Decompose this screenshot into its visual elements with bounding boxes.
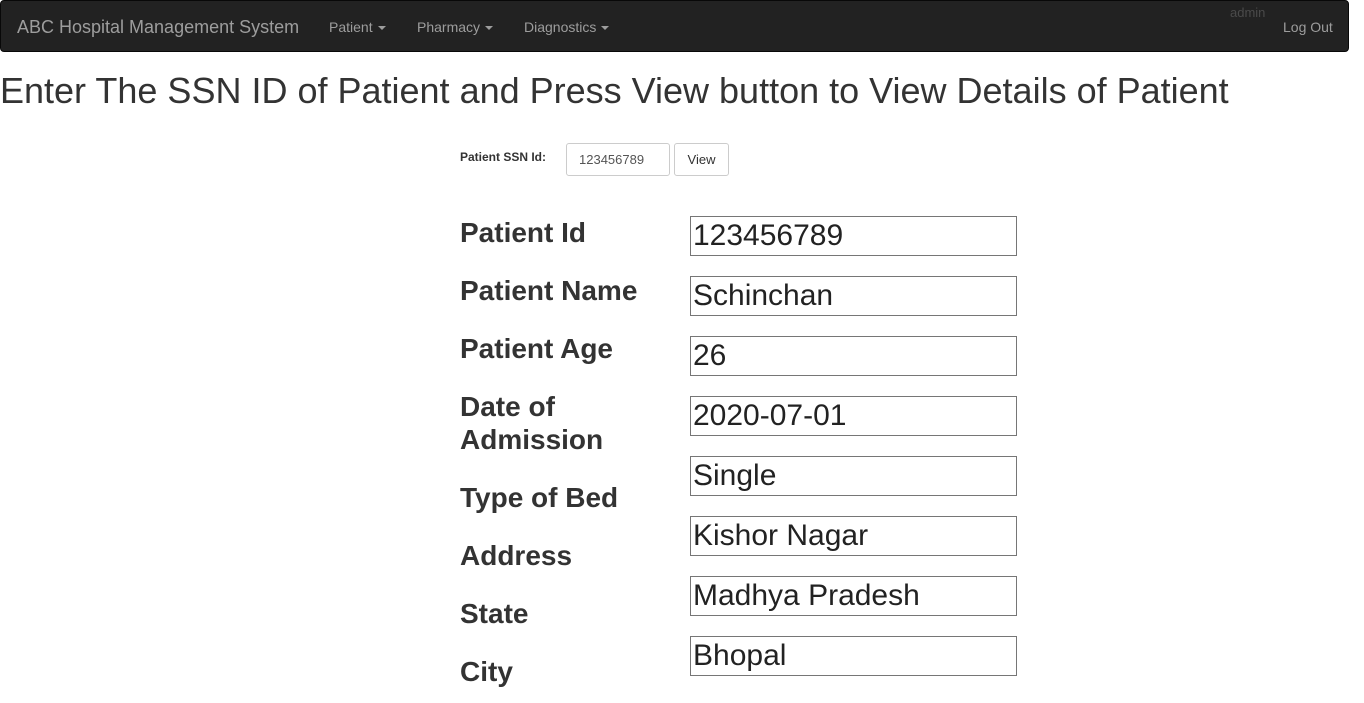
label-patient-age: Patient Age	[460, 333, 613, 364]
ssn-search-input[interactable]	[566, 143, 670, 176]
label-date-of-admission: Date of Admission	[460, 391, 604, 455]
brand-link[interactable]: ABC Hospital Management System	[17, 17, 299, 38]
menu-diagnostics-label: Diagnostics	[524, 19, 597, 35]
label-address: Address	[460, 540, 573, 571]
label-patient-name: Patient Name	[460, 275, 638, 306]
type-of-bed-field[interactable]	[690, 456, 1017, 496]
current-user-label: admin	[1230, 5, 1266, 20]
label-patient-id: Patient Id	[460, 217, 587, 248]
label-city: City	[460, 656, 513, 687]
menu-diagnostics[interactable]: Diagnostics	[524, 19, 610, 35]
patient-name-field[interactable]	[690, 276, 1017, 316]
menu-patient-label: Patient	[329, 19, 373, 35]
view-button[interactable]: View	[674, 143, 729, 176]
menu-patient[interactable]: Patient	[329, 19, 386, 35]
patient-age-field[interactable]	[690, 336, 1017, 376]
date-of-admission-field[interactable]	[690, 396, 1017, 436]
menu-pharmacy[interactable]: Pharmacy	[417, 19, 494, 35]
ssn-search-label: Patient SSN Id:	[460, 150, 547, 164]
patient-id-field[interactable]	[690, 216, 1017, 256]
address-field[interactable]	[690, 516, 1017, 556]
menu-pharmacy-label: Pharmacy	[417, 19, 481, 35]
city-field[interactable]	[690, 636, 1017, 676]
caret-down-icon	[485, 26, 494, 31]
page-title: Enter The SSN ID of Patient and Press Vi…	[0, 70, 1229, 111]
logout-link[interactable]: Log Out	[1283, 19, 1333, 35]
caret-down-icon	[377, 26, 386, 31]
top-navbar: ABC Hospital Management System Patient P…	[0, 0, 1349, 52]
caret-down-icon	[601, 26, 610, 31]
state-field[interactable]	[690, 576, 1017, 616]
label-type-of-bed: Type of Bed	[460, 482, 619, 513]
label-state: State	[460, 598, 529, 629]
